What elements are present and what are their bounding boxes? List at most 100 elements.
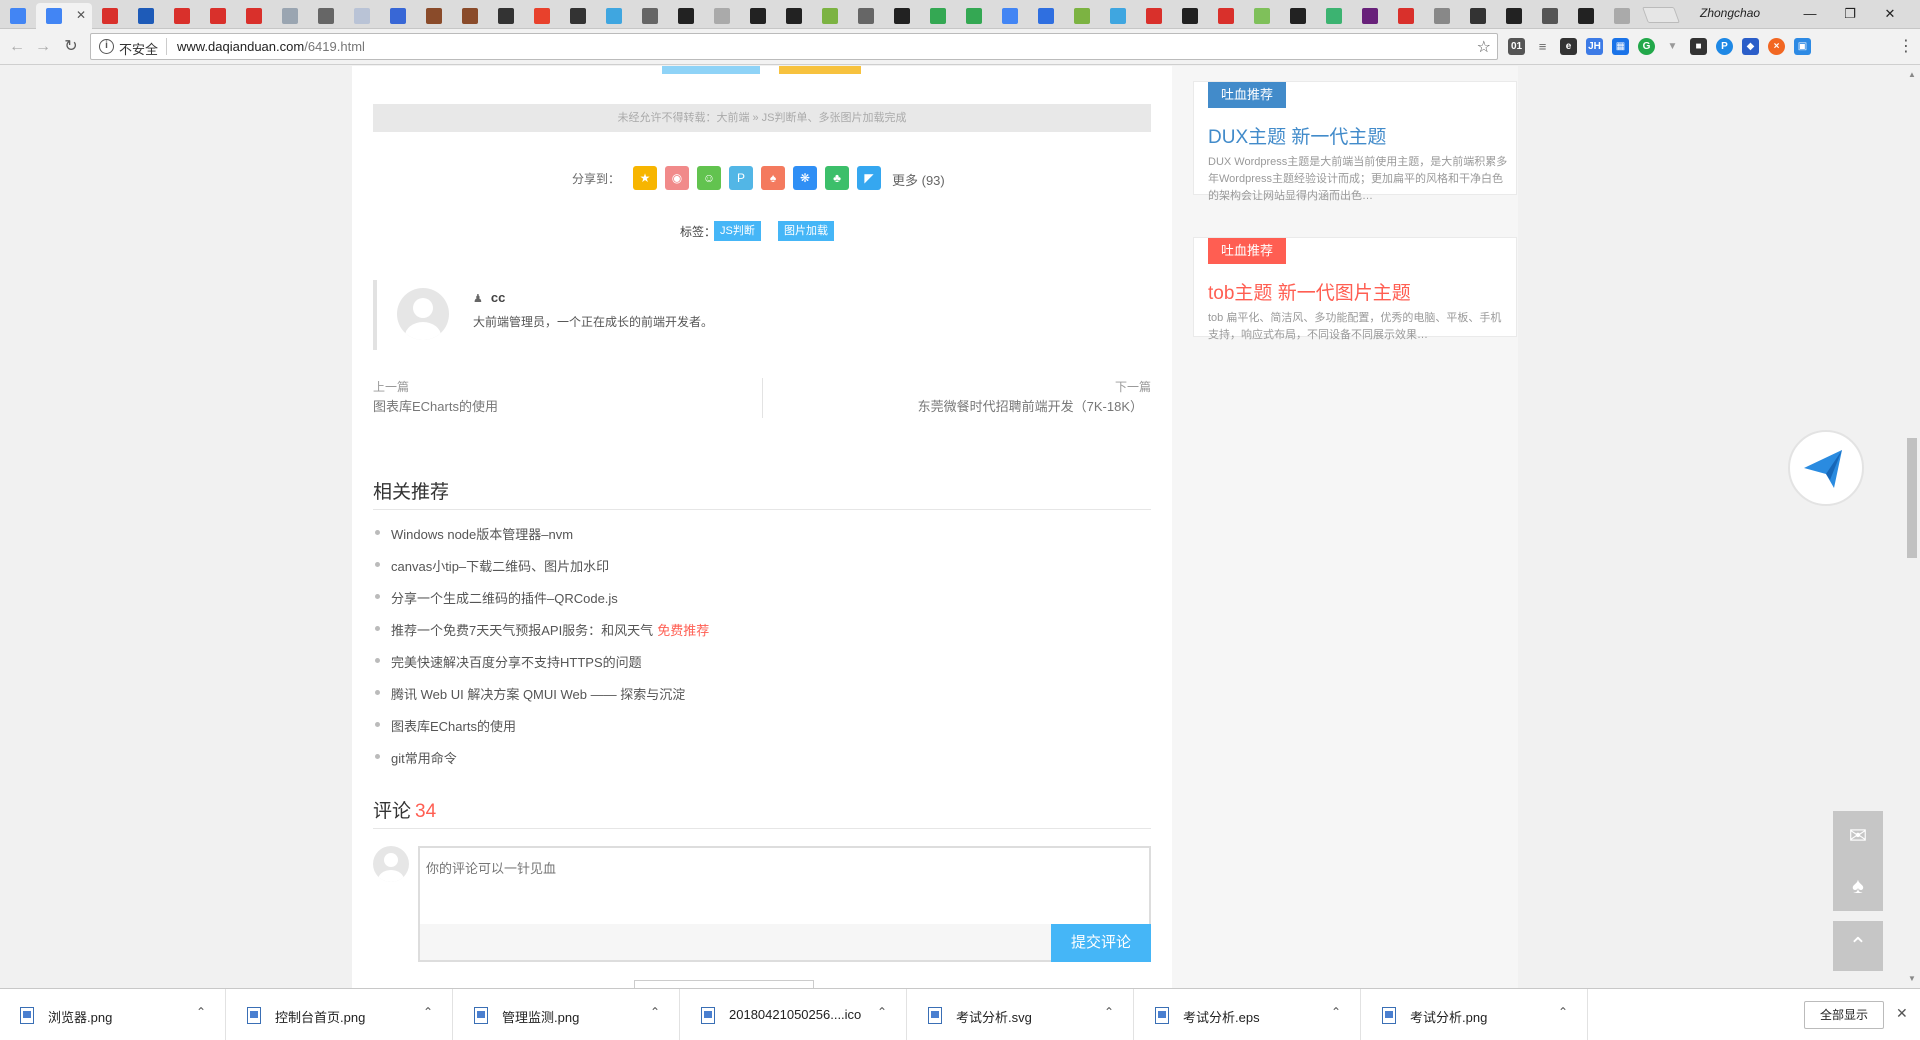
chevron-up-icon[interactable]: ⌃ — [1104, 1005, 1114, 1019]
browser-tab[interactable] — [1208, 3, 1244, 29]
browser-tab[interactable] — [884, 3, 920, 29]
download-item[interactable]: 20180421050256....ico ⌃ — [681, 989, 907, 1040]
browser-tab[interactable] — [1352, 3, 1388, 29]
avatar[interactable] — [397, 288, 449, 340]
browser-tab[interactable] — [1064, 3, 1100, 29]
browser-tab[interactable] — [1316, 3, 1352, 29]
jh-icon[interactable]: JH — [1586, 38, 1603, 55]
baidu-paw-icon[interactable]: ❋ — [793, 166, 817, 190]
related-link[interactable]: git常用命令 — [391, 751, 457, 766]
browser-tab[interactable] — [308, 3, 344, 29]
name-input-partial[interactable] — [634, 980, 814, 988]
browser-tab[interactable] — [200, 3, 236, 29]
browser-tab[interactable] — [992, 3, 1028, 29]
browser-tab[interactable] — [1532, 3, 1568, 29]
browser-tab[interactable] — [1496, 3, 1532, 29]
related-link[interactable]: 推荐一个免费7天天气预报API服务：和风天气 — [391, 623, 653, 638]
related-link[interactable]: canvas小tip–下载二维码、图片加水印 — [391, 559, 609, 574]
weibo-icon[interactable]: ◉ — [665, 166, 689, 190]
browser-tab[interactable] — [1280, 3, 1316, 29]
tag-js[interactable]: JS判断 — [714, 221, 761, 241]
info-icon[interactable]: i — [99, 39, 114, 54]
browser-tab[interactable] — [848, 3, 884, 29]
browser-tab[interactable] — [92, 3, 128, 29]
chat-icon[interactable]: ✉ — [1833, 811, 1883, 861]
qq-float-icon[interactable]: ♠ — [1833, 861, 1883, 911]
related-link[interactable]: 完美快速解决百度分享不支持HTTPS的问题 — [391, 655, 642, 670]
window-ext-icon[interactable]: ▣ — [1794, 38, 1811, 55]
browser-tab[interactable] — [560, 3, 596, 29]
browser-tab[interactable] — [920, 3, 956, 29]
download-item[interactable]: 考试分析.png ⌃ — [1362, 989, 1588, 1040]
browser-tab[interactable] — [704, 3, 740, 29]
profile-name[interactable]: Zhongchao — [1700, 6, 1760, 20]
comment-input[interactable] — [426, 858, 1126, 918]
browser-tab[interactable] — [1244, 3, 1280, 29]
related-link[interactable]: Windows node版本管理器–nvm — [391, 527, 573, 542]
author-name[interactable]: ♟ cc — [473, 290, 505, 305]
related-link[interactable]: 腾讯 Web UI 解决方案 QMUI Web —— 探索与沉淀 — [391, 687, 685, 702]
chevron-up-icon[interactable]: ⌃ — [1558, 1005, 1568, 1019]
browser-tab[interactable] — [272, 3, 308, 29]
browser-tab[interactable] — [488, 3, 524, 29]
browser-tab[interactable] — [1136, 3, 1172, 29]
chevron-up-icon[interactable]: ⌃ — [196, 1005, 206, 1019]
vue-icon[interactable]: ▼ — [1664, 38, 1681, 55]
browser-tab[interactable] — [668, 3, 704, 29]
list-item[interactable]: 分享一个生成二维码的插件–QRCode.js — [373, 588, 1151, 620]
browser-tab[interactable] — [416, 3, 452, 29]
close-tab-icon[interactable]: ✕ — [76, 8, 86, 22]
list-item[interactable]: 推荐一个免费7天天气预报API服务：和风天气 免费推荐 — [373, 620, 1151, 652]
download-item[interactable]: 控制台首页.png ⌃ — [227, 989, 453, 1040]
scroll-down-icon[interactable]: ▼ — [1908, 974, 1916, 983]
douban-icon[interactable]: ◤ — [857, 166, 881, 190]
scroll-up-icon[interactable]: ▲ — [1908, 70, 1916, 79]
chevron-up-icon[interactable]: ⌃ — [650, 1005, 660, 1019]
qzone-icon[interactable]: ★ — [633, 166, 657, 190]
new-tab-button[interactable] — [1642, 7, 1680, 23]
list-item[interactable]: 腾讯 Web UI 解决方案 QMUI Web —— 探索与沉淀 — [373, 684, 1151, 716]
back-to-top-icon[interactable]: ⌃ — [1833, 921, 1883, 971]
browser-tab[interactable] — [596, 3, 632, 29]
share-more-link[interactable]: 更多 (93) — [892, 170, 945, 189]
browser-tab[interactable] — [956, 3, 992, 29]
tag-image[interactable]: 图片加载 — [778, 221, 834, 241]
browser-tab[interactable] — [740, 3, 776, 29]
next-article-link[interactable]: 东莞微餐时代招聘前端开发（7K-18K） — [918, 396, 1143, 415]
cancel-ext-icon[interactable]: × — [1768, 38, 1785, 55]
chevron-up-icon[interactable]: ⌃ — [423, 1005, 433, 1019]
show-all-downloads-button[interactable]: 全部显示 — [1804, 1001, 1884, 1029]
download-item[interactable]: 考试分析.svg ⌃ — [908, 989, 1134, 1040]
evernote-icon[interactable]: e — [1560, 38, 1577, 55]
bookmark-star-icon[interactable]: ☆ — [1477, 37, 1491, 57]
list-item[interactable]: canvas小tip–下载二维码、图片加水印 — [373, 556, 1151, 588]
reward-button-partial[interactable] — [662, 66, 760, 74]
menu-icon[interactable]: ⋮ — [1898, 36, 1914, 56]
browser-tab[interactable]: ✕ — [36, 3, 92, 29]
promo-card[interactable]: 吐血推荐 tob主题 新一代图片主题 tob 扁平化、简洁风、多功能配置，优秀的… — [1193, 237, 1517, 341]
browser-tab[interactable] — [776, 3, 812, 29]
pixiv-icon[interactable]: P — [1716, 38, 1733, 55]
renren-icon[interactable]: ♣ — [825, 166, 849, 190]
browser-tab[interactable] — [0, 3, 36, 29]
restore-icon[interactable]: ❐ — [1830, 4, 1870, 24]
download-item[interactable]: 浏览器.png ⌃ — [0, 989, 226, 1040]
qq-icon[interactable]: ♠ — [761, 166, 785, 190]
extension-01-icon[interactable]: 01 — [1508, 38, 1525, 55]
minimize-icon[interactable]: — — [1790, 4, 1830, 24]
chevron-up-icon[interactable]: ⌃ — [877, 1005, 887, 1019]
related-link[interactable]: 图表库ECharts的使用 — [391, 719, 516, 734]
url-text[interactable]: www.daqianduan.com/6419.html — [177, 39, 365, 54]
scroll-thumb[interactable] — [1907, 438, 1917, 558]
bird-mascot-icon[interactable] — [1788, 430, 1864, 506]
browser-tab[interactable] — [1172, 3, 1208, 29]
close-icon[interactable]: ✕ — [1896, 1005, 1908, 1022]
list-item[interactable]: 完美快速解决百度分享不支持HTTPS的问题 — [373, 652, 1151, 684]
browser-tab[interactable] — [1028, 3, 1064, 29]
browser-tab[interactable] — [128, 3, 164, 29]
browser-tab[interactable] — [632, 3, 668, 29]
browser-tab[interactable] — [524, 3, 560, 29]
store-icon[interactable]: ■ — [1690, 38, 1707, 55]
prev-article-link[interactable]: 图表库ECharts的使用 — [373, 396, 498, 415]
tieba-icon[interactable]: P — [729, 166, 753, 190]
